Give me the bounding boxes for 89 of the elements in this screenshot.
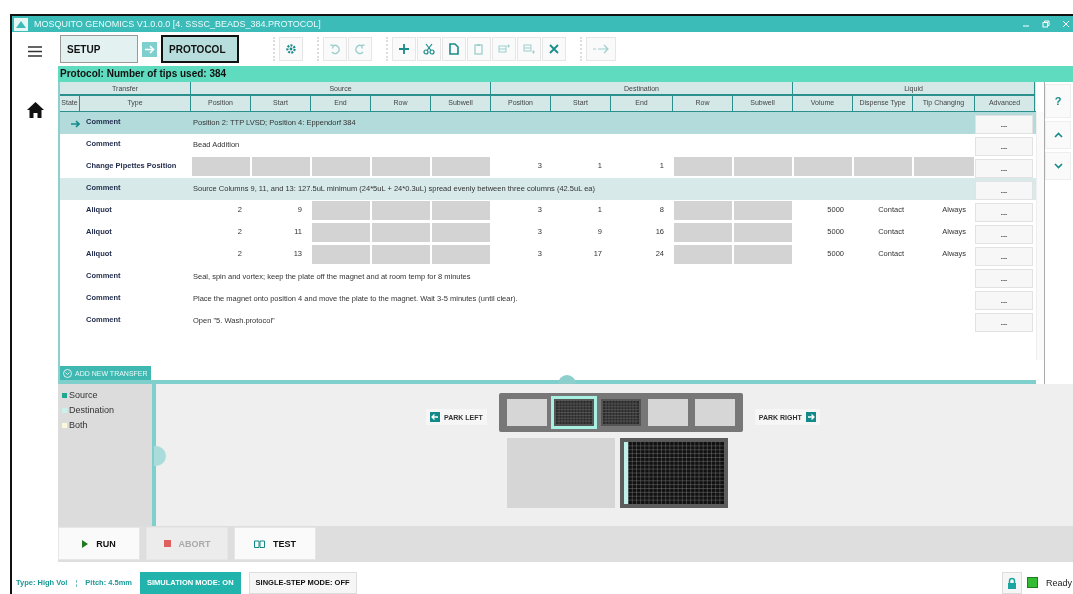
- disabled-cell: [312, 245, 370, 264]
- disabled-cell: [372, 201, 430, 220]
- breadcrumb-tab[interactable]: PROTOCOL: [161, 35, 239, 63]
- disabled-cell: [734, 157, 792, 176]
- disabled-cell: [794, 157, 852, 176]
- advanced-button[interactable]: ...: [975, 181, 1033, 200]
- arrow-right-icon: [805, 412, 816, 422]
- splitter-bar[interactable]: [152, 384, 156, 526]
- arrow-left-icon: [430, 412, 440, 422]
- stop-icon: [163, 540, 171, 547]
- scroll-up-button[interactable]: [1045, 121, 1071, 149]
- disabled-cell: [674, 223, 732, 242]
- scroll-down-button[interactable]: [1045, 152, 1071, 180]
- disabled-cell: [432, 157, 490, 176]
- disabled-cell: [312, 157, 370, 176]
- legend-label: Source: [69, 390, 98, 400]
- chevron-down-icon: [1053, 163, 1063, 169]
- close-icon[interactable]: [1062, 20, 1069, 28]
- undo-icon: [329, 43, 341, 55]
- splitter-handle[interactable]: [154, 446, 166, 466]
- toolbar-button[interactable]: [442, 37, 466, 61]
- plus-icon: [398, 43, 410, 55]
- redo-icon: [354, 43, 366, 55]
- legend-label: Destination: [69, 405, 115, 415]
- arrow-right-icon: [142, 41, 157, 57]
- run-button[interactable]: RUN: [58, 527, 140, 560]
- disabled-cell: [432, 201, 490, 220]
- advanced-button[interactable]: ...: [975, 115, 1033, 134]
- settings-icon: [285, 43, 297, 55]
- deck-slot[interactable]: [553, 399, 594, 426]
- plate-drawing[interactable]: [624, 442, 724, 504]
- plate-drawing: [600, 399, 641, 426]
- advanced-button[interactable]: ...: [975, 291, 1033, 310]
- disabled-cell: [914, 157, 974, 176]
- disabled-cell: [372, 245, 430, 264]
- legend-label: Both: [69, 420, 88, 430]
- advanced-button[interactable]: ...: [975, 313, 1033, 332]
- lock-button[interactable]: [1002, 571, 1022, 594]
- insert-row-icon: [498, 43, 510, 55]
- advanced-button[interactable]: ...: [975, 247, 1033, 266]
- splitter-handle[interactable]: [558, 375, 576, 384]
- disabled-cell: [674, 245, 732, 264]
- book-icon: [254, 539, 265, 548]
- toolbar-button[interactable]: [392, 37, 416, 61]
- test-button[interactable]: TEST: [234, 527, 316, 560]
- protocol-header: Protocol: Number of tips used: 384: [58, 66, 1073, 82]
- dashed-arrow-icon: [592, 43, 610, 55]
- disabled-cell: [432, 223, 490, 242]
- breadcrumb-tab[interactable]: SETUP: [60, 35, 138, 63]
- disabled-cell: [734, 201, 792, 220]
- disabled-cell: [372, 223, 430, 242]
- disabled-cell: [854, 157, 912, 176]
- restore-icon[interactable]: [1042, 20, 1050, 28]
- play-icon: [82, 539, 89, 548]
- chevron-down-icon: [63, 368, 72, 378]
- disabled-cell: [312, 223, 370, 242]
- home-icon[interactable]: [26, 102, 44, 118]
- disabled-cell: [312, 201, 370, 220]
- disabled-cell: [734, 223, 792, 242]
- advanced-button[interactable]: ...: [975, 159, 1033, 178]
- insert-row-icon: [523, 43, 535, 55]
- copy-icon: [448, 43, 460, 55]
- plate-drawing: [553, 399, 594, 426]
- menu-icon[interactable]: [28, 46, 42, 57]
- chevron-up-icon: [1053, 132, 1063, 138]
- toolbar-button[interactable]: [542, 37, 566, 61]
- window-title: MOSQUITO GENOMICS V1.0.0.0 [4. SSSC_BEADS_384.PROTOCOL]: [34, 19, 321, 29]
- status-indicator: [1027, 577, 1038, 588]
- scrollbar[interactable]: [1036, 112, 1044, 360]
- paste-icon: [473, 43, 485, 55]
- advanced-button[interactable]: ...: [975, 225, 1033, 244]
- disabled-cell: [734, 245, 792, 264]
- help-button[interactable]: ?: [1045, 84, 1071, 118]
- advanced-button[interactable]: ...: [975, 269, 1033, 288]
- status-text: Ready: [1046, 577, 1072, 588]
- close-icon: [548, 43, 560, 55]
- disabled-cell: [674, 157, 732, 176]
- toolbar-button[interactable]: [279, 37, 303, 61]
- disabled-cell: [674, 201, 732, 220]
- disabled-cell: [252, 157, 310, 176]
- arrow-right-icon: [70, 119, 80, 128]
- advanced-button[interactable]: ...: [975, 137, 1033, 156]
- disabled-cell: [432, 245, 490, 264]
- advanced-button[interactable]: ...: [975, 203, 1033, 222]
- disabled-cell: [372, 157, 430, 176]
- toolbar-button[interactable]: [417, 37, 441, 61]
- scissors-icon: [423, 43, 435, 55]
- lock-icon: [1007, 576, 1017, 589]
- disabled-cell: [192, 157, 250, 176]
